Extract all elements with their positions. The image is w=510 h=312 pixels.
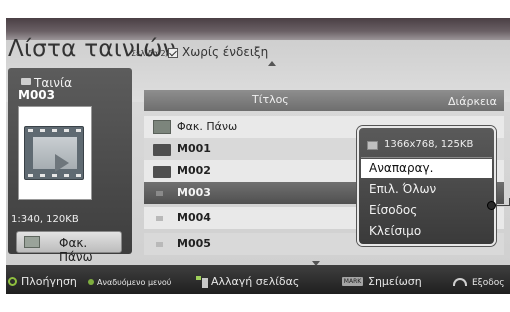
row-label: Φακ. Πάνω [177, 120, 238, 133]
footer-mark: Σημείωση [368, 275, 422, 288]
column-duration: Διάρκεια [448, 95, 497, 108]
folder-icon [153, 166, 171, 178]
menu-item-enter[interactable]: Είσοδος [361, 201, 492, 220]
folder-icon [153, 144, 171, 156]
popup-menu: 1366x768, 125KB Αναπαραγ. Επιλ. Όλων Είσ… [357, 126, 496, 246]
green-button-icon [88, 279, 94, 285]
play-icon [55, 154, 69, 172]
footer-popup-menu: Αναδυόμενο μενού [97, 278, 172, 287]
file-icon [156, 191, 163, 196]
row-label: M002 [177, 164, 211, 177]
menu-item-play[interactable]: Αναπαραγ. [361, 159, 492, 178]
callout-line [496, 205, 510, 206]
footer-page-change: Αλλαγή σελίδας [211, 275, 300, 288]
folder-up-label: Φακ. Πάνω [59, 236, 93, 264]
resolution-icon [367, 141, 378, 150]
film-icon [24, 126, 84, 180]
menu-divider [361, 157, 492, 158]
chevron-up-icon[interactable] [268, 61, 276, 66]
folder-up-button[interactable]: Φακ. Πάνω [16, 231, 122, 264]
selected-file-name: M003 [18, 88, 55, 102]
file-info: 1:340, 120KB [11, 214, 79, 225]
mark-key-icon: MARK [342, 277, 363, 286]
row-label: M004 [177, 211, 211, 224]
mark-mode-label: Χωρίς ένδειξη [182, 45, 269, 59]
callout-dot-icon [487, 201, 496, 210]
file-icon [156, 216, 163, 221]
menu-item-close[interactable]: Κλείσιμο [361, 222, 492, 241]
footer-navigation: Πλοήγηση [21, 275, 77, 288]
footer-exit: Εξοδος [472, 278, 505, 288]
row-label: M001 [177, 142, 211, 155]
mark-mode-checkbox-icon[interactable] [168, 48, 178, 58]
film-screen [33, 137, 77, 172]
popup-file-info: 1366x768, 125KB [384, 139, 474, 150]
navigation-icon [8, 277, 17, 286]
menu-item-select-all[interactable]: Επιλ. Όλων [361, 180, 492, 199]
file-icon [156, 242, 163, 247]
page-change-icon [196, 276, 208, 288]
folder-up-icon [24, 236, 40, 248]
row-label: M003 [177, 186, 211, 199]
folder-up-icon [153, 120, 171, 134]
row-label: M005 [177, 237, 211, 250]
exit-icon [453, 278, 467, 286]
column-title: Τίτλος [252, 93, 289, 106]
